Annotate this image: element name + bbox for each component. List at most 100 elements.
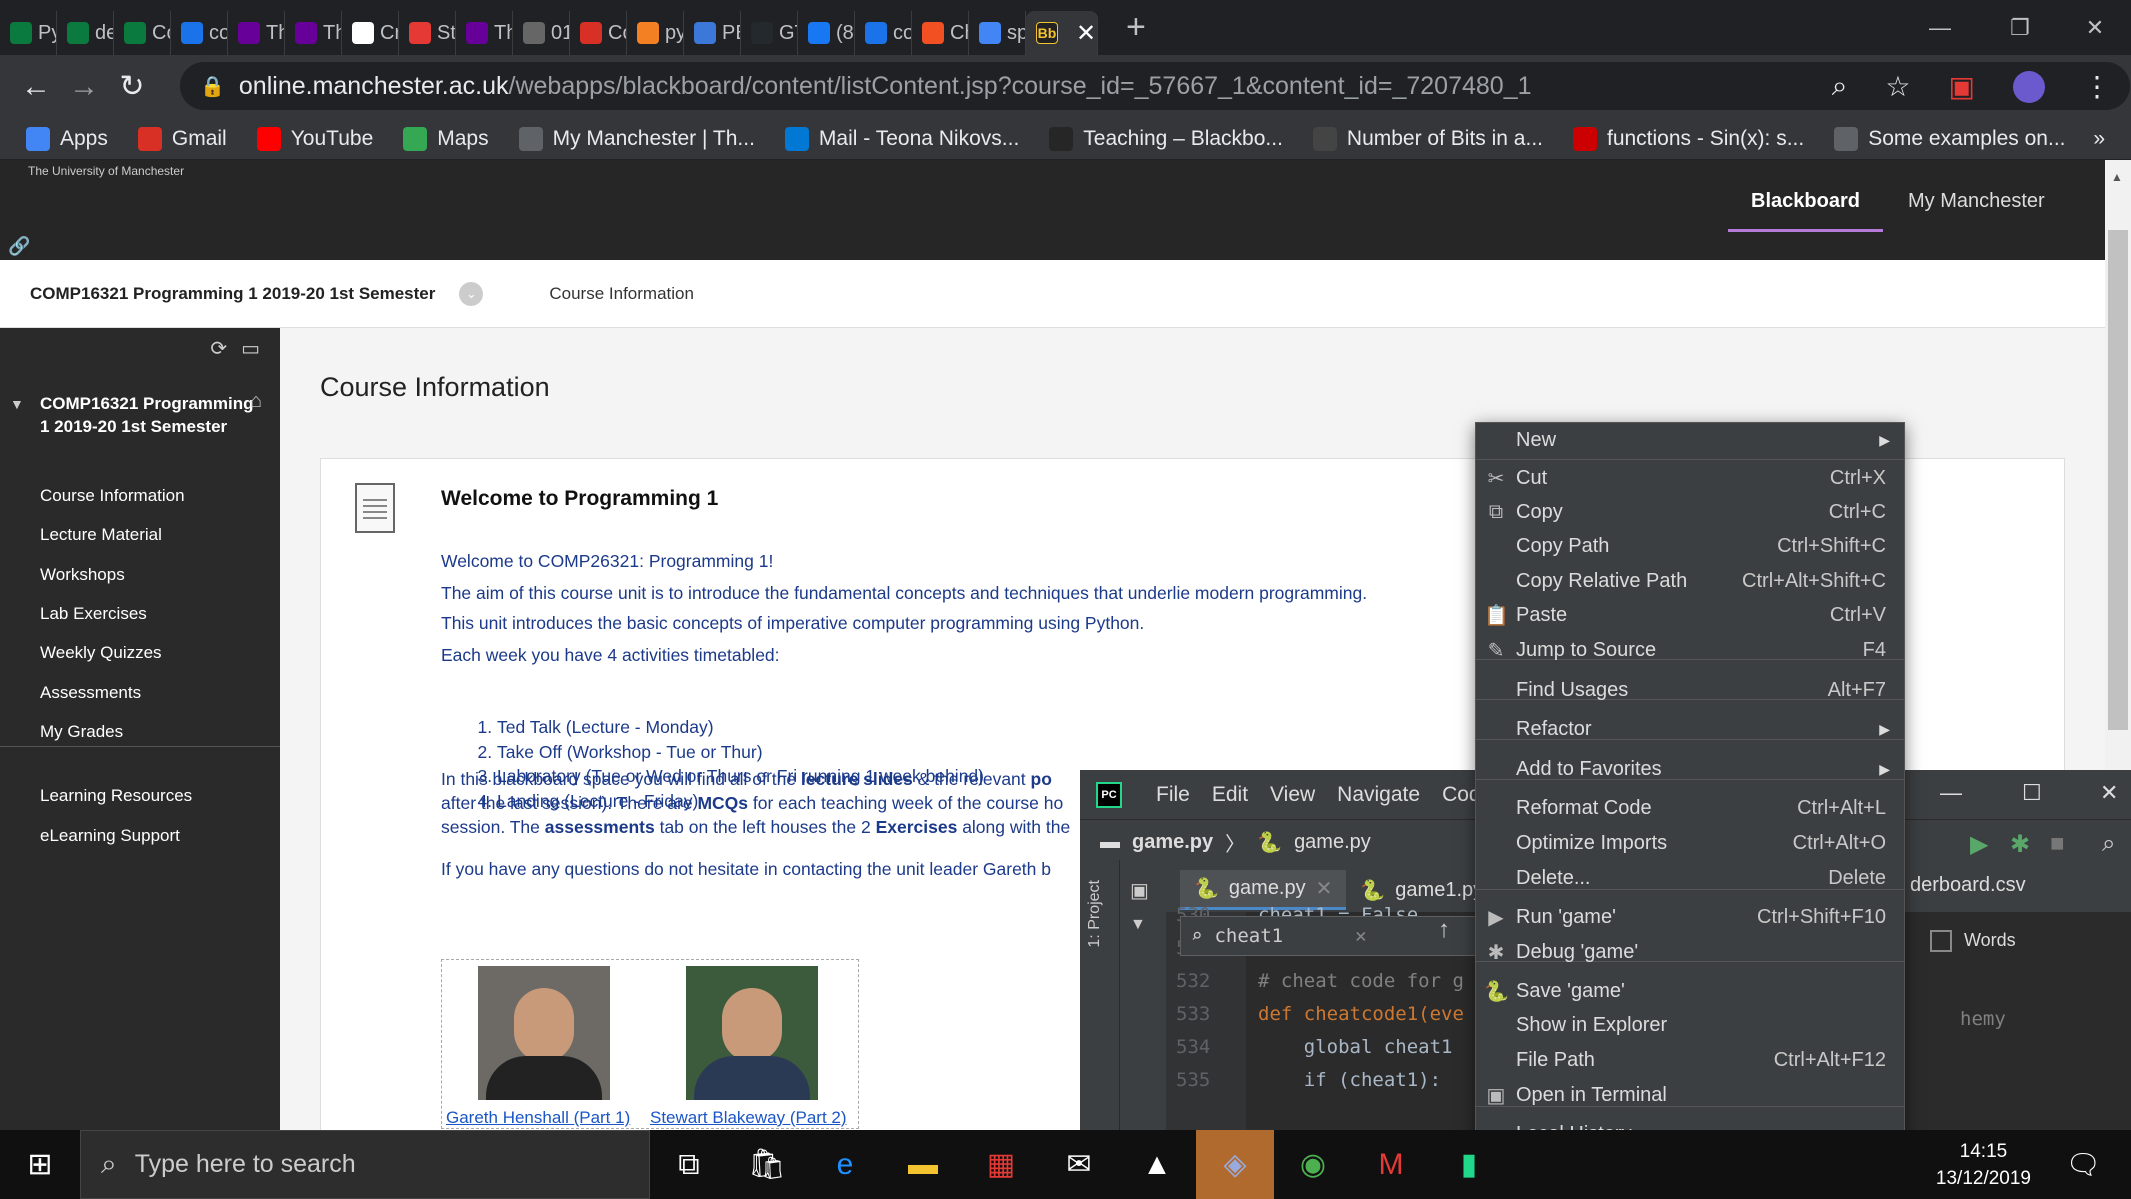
stop-icon[interactable]: ■ [2050, 830, 2065, 858]
zoom-icon[interactable]: ⌕ [1832, 70, 1848, 103]
bookmark-item[interactable]: functions - Sin(x): s... [1572, 126, 1804, 151]
browser-tab[interactable]: Str [399, 11, 456, 55]
crumb-file[interactable]: game.py [1294, 831, 1371, 854]
pycharm-taskbar-icon[interactable]: ▮ [1430, 1130, 1508, 1199]
search-everywhere-icon[interactable]: ⌕ [2102, 830, 2115, 858]
profile-avatar[interactable] [2013, 70, 2045, 103]
browser-tab[interactable]: Th [456, 11, 513, 55]
browser-tab[interactable]: PE [684, 11, 741, 55]
taskbar-search[interactable]: ⌕ Type here to search [80, 1130, 650, 1199]
nav-my-manchester[interactable]: My Manchester [1908, 190, 2045, 213]
context-menu-item[interactable]: File Path Ctrl+Alt+F12 [1476, 1043, 1904, 1077]
context-menu-item[interactable]: Add to Favorites ▶ [1476, 752, 1904, 786]
windows-start-icon[interactable]: ⊞ [0, 1130, 80, 1199]
close-icon[interactable]: ✕ [1316, 876, 1333, 901]
tab-leaderboard-csv[interactable]: derboard.csv [1910, 874, 2026, 897]
notification-icon[interactable]: 🗨 [2065, 1148, 2101, 1181]
context-menu-item[interactable]: ▣ Open in Terminal [1476, 1078, 1904, 1112]
bookmark-item[interactable]: Gmail [137, 126, 227, 151]
bookmark-star-icon[interactable]: ☆ [1885, 70, 1910, 103]
browser-tab[interactable]: Pyt [0, 11, 57, 55]
words-checkbox[interactable] [1930, 930, 1952, 952]
run-icon[interactable]: ▶ [1970, 830, 1988, 859]
pycharm-menu-item[interactable]: Edit [1212, 783, 1248, 807]
bookmarks-overflow-button[interactable]: » [2093, 127, 2105, 151]
bookmark-item[interactable]: Apps [26, 126, 108, 151]
bookmark-item[interactable]: Some examples on... [1834, 126, 2065, 151]
chrome-icon[interactable]: ◉ [1274, 1130, 1352, 1199]
browser-tab[interactable]: Col [114, 11, 171, 55]
restore-button[interactable]: ❐ [1985, 0, 2055, 55]
sidebar-item[interactable]: Learning Resources [40, 786, 192, 806]
browser-tab-active[interactable]: Bb ✕ [1026, 11, 1098, 55]
sidebar-item[interactable]: Lab Exercises [40, 604, 147, 624]
sidebar-item[interactable]: Workshops [40, 565, 125, 585]
context-menu-item[interactable]: ✎ Jump to Source F4 [1476, 633, 1904, 667]
home-icon[interactable]: ⌂ [250, 390, 262, 413]
context-menu-item[interactable]: ⧉ Copy Ctrl+C [1476, 495, 1904, 529]
bookmark-item[interactable]: Maps [403, 126, 489, 151]
sidebar-course-title[interactable]: COMP16321 Programming 1 2019-20 1st Seme… [40, 392, 260, 438]
edge-icon[interactable]: e [806, 1130, 884, 1199]
browser-tab[interactable]: 01 [513, 11, 570, 55]
search-input[interactable]: cheat1 [1214, 925, 1283, 947]
scroll-up-icon[interactable]: ▲ [2111, 170, 2123, 184]
context-menu-item[interactable]: Delete... Delete [1476, 861, 1904, 895]
bookmark-item[interactable]: Teaching – Blackbo... [1049, 126, 1283, 151]
refresh-icon[interactable]: ⟳▭ [210, 336, 274, 361]
photos-icon[interactable]: ▲ [1118, 1130, 1196, 1199]
context-menu-item[interactable]: Copy Relative Path Ctrl+Alt+Shift+C [1476, 564, 1904, 598]
photo-link-gareth[interactable]: Gareth Henshall (Part 1) [446, 1108, 630, 1128]
app-icon[interactable]: ◈ [1196, 1130, 1274, 1199]
gift-icon[interactable]: ▦ [962, 1130, 1040, 1199]
browser-tab[interactable]: (8) [798, 11, 855, 55]
clock[interactable]: 14:15 13/12/2019 [1936, 1138, 2031, 1192]
photo-link-stewart[interactable]: Stewart Blakeway (Part 2) [650, 1108, 847, 1128]
breadcrumb-course[interactable]: COMP16321 Programming 1 2019-20 1st Seme… [30, 284, 435, 304]
pycharm-menu-item[interactable]: View [1270, 783, 1315, 807]
context-menu-item[interactable]: ▶ Run 'game' Ctrl+Shift+F10 [1476, 900, 1904, 934]
previous-match-icon[interactable]: ↑ [1438, 916, 1450, 944]
close-tab-icon[interactable]: ✕ [1076, 19, 1096, 48]
browser-tab[interactable]: cor [855, 11, 912, 55]
pycharm-minimize-button[interactable]: — [1940, 780, 1962, 806]
sidebar-item[interactable]: Weekly Quizzes [40, 643, 162, 663]
browser-tab[interactable]: spi [969, 11, 1026, 55]
context-menu-item[interactable]: Find Usages Alt+F7 [1476, 673, 1904, 707]
browser-tab[interactable]: pyt [627, 11, 684, 55]
pycharm-close-button[interactable]: ✕ [2100, 780, 2118, 806]
sidebar-item[interactable]: Lecture Material [40, 525, 162, 545]
context-menu-item[interactable]: Reformat Code Ctrl+Alt+L [1476, 791, 1904, 825]
new-tab-button[interactable]: + [1126, 8, 1146, 47]
reload-button[interactable]: ↻ [108, 69, 156, 104]
context-menu-item[interactable]: Show in Explorer [1476, 1008, 1904, 1042]
context-menu-item[interactable]: Optimize Imports Ctrl+Alt+O [1476, 826, 1904, 860]
context-menu-item[interactable]: New ▶ [1476, 423, 1904, 457]
editor-search-field[interactable]: ⌕ cheat1 ✕ [1180, 916, 1480, 956]
context-menu-item[interactable]: ✂ Cut Ctrl+X [1476, 461, 1904, 495]
context-menu-item[interactable]: 🐍 Save 'game' [1476, 974, 1904, 1008]
sidebar-item[interactable]: eLearning Support [40, 826, 180, 846]
extension-icon[interactable]: ▣ [1949, 70, 1975, 103]
scroll-thumb[interactable] [2108, 230, 2128, 730]
pycharm-maximize-button[interactable]: ☐ [2022, 780, 2042, 806]
browser-tab[interactable]: Ch [912, 11, 969, 55]
bookmark-item[interactable]: My Manchester | Th... [518, 126, 755, 151]
crumb-folder[interactable]: game.py [1132, 831, 1213, 854]
link-icon[interactable]: 🔗 [8, 236, 30, 257]
file-explorer-icon[interactable]: ▬ [884, 1130, 962, 1199]
nav-blackboard[interactable]: Blackboard [1728, 160, 1883, 232]
close-window-button[interactable]: ✕ [2060, 0, 2130, 55]
browser-tab[interactable]: Th [285, 11, 342, 55]
browser-tab[interactable]: cor [171, 11, 228, 55]
task-view-icon[interactable]: ⧉ [650, 1130, 728, 1199]
expand-tree-icon[interactable]: ▼ [1130, 916, 1146, 934]
browser-tab[interactable]: Cr [342, 11, 399, 55]
bookmark-item[interactable]: Number of Bits in a... [1312, 126, 1543, 151]
bookmark-item[interactable]: YouTube [256, 126, 373, 151]
minimize-button[interactable]: — [1905, 0, 1975, 55]
browser-tab[interactable]: des [57, 11, 114, 55]
browser-tab[interactable]: Th [228, 11, 285, 55]
sidebar-item[interactable]: Assessments [40, 683, 141, 703]
pycharm-menu-item[interactable]: File [1156, 783, 1190, 807]
